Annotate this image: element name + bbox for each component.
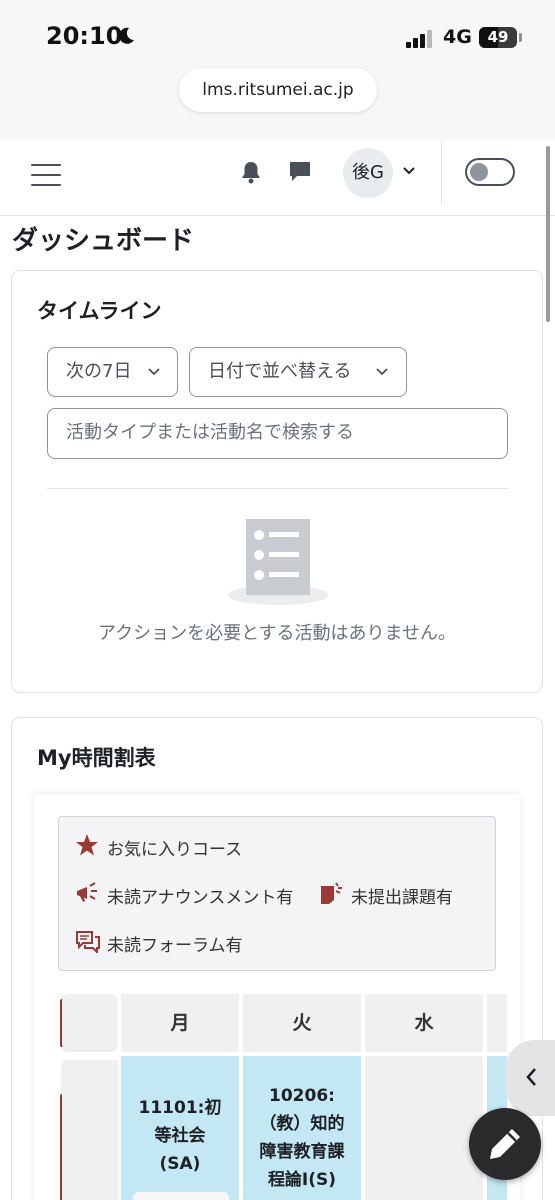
navbar-divider: [441, 140, 442, 204]
chevron-down-icon: [148, 368, 160, 376]
clock: 20:10: [46, 22, 123, 50]
course-cell-mon-1[interactable]: 11101:初 等社会 (SA): [121, 1056, 239, 1200]
edit-mode-toggle[interactable]: [465, 158, 515, 186]
timeline-card: タイムライン 次の7日 日付で並べ替える 活動タイプまたは活動名で検索する アク…: [11, 270, 543, 693]
megaphone-icon: [77, 882, 97, 902]
assignment-icon: [321, 882, 342, 904]
network-type: 4G: [443, 26, 472, 48]
chevron-down-icon[interactable]: [402, 164, 416, 178]
url-bar[interactable]: lms.ritsumei.ac.jp: [179, 68, 377, 112]
timeline-title: タイムライン: [37, 299, 162, 323]
battery-tip: [519, 33, 522, 42]
signal-icon: [406, 30, 432, 48]
menu-icon[interactable]: [31, 164, 61, 186]
chat-icon[interactable]: [288, 160, 312, 184]
moon-icon: [119, 27, 134, 44]
timetable-card: My時間割表 お気に入りコース 未読アナウンスメント有 未提出課題有 未読フォー…: [11, 717, 543, 1200]
battery-level: 49: [487, 28, 509, 46]
course-name-line: 程論I(S): [267, 1170, 337, 1190]
course-name-line: 10206:: [269, 1086, 335, 1106]
day-header-wed: 水: [365, 994, 483, 1052]
day-header-tue: 火: [243, 994, 361, 1052]
page-scrollbar[interactable]: [546, 146, 550, 322]
toggle-knob: [470, 163, 488, 181]
sort-dropdown-label: 日付で並べ替える: [208, 361, 352, 382]
timeline-search-input[interactable]: 活動タイプまたは活動名で検索する: [47, 408, 508, 459]
course-name-line: （教）知的: [259, 1114, 345, 1134]
course-name-line: 等社会: [154, 1126, 206, 1146]
task-list-icon: [228, 519, 328, 605]
forum-icon: [76, 931, 100, 953]
period-header: [62, 1060, 117, 1200]
timetable-panel: お気に入りコース 未読アナウンスメント有 未提出課題有 未読フォーラム有 月 火…: [34, 794, 520, 1200]
status-bar: 20:10 4G 49 lms.ritsumei.ac.jp: [0, 0, 555, 140]
day-header-mon: 月: [121, 994, 239, 1052]
open-drawer-button[interactable]: [505, 1040, 555, 1116]
timeline-empty-message: アクションを必要とする活動はありません。: [97, 623, 457, 644]
battery-indicator: 49: [479, 27, 517, 48]
timeline-divider: [47, 488, 508, 489]
course-badge-area: [133, 1192, 229, 1200]
timeline-range-dropdown[interactable]: 次の7日: [47, 347, 178, 397]
bell-icon[interactable]: [240, 160, 262, 184]
timetable-title: My時間割表: [37, 746, 156, 770]
course-name-line: 11101:初: [138, 1098, 222, 1118]
star-icon: [76, 834, 98, 856]
course-name-line: (SA): [159, 1154, 201, 1174]
top-navbar: 後G: [0, 140, 555, 216]
course-cell-tue-1[interactable]: 10206: （教）知的 障害教育課 程論I(S): [243, 1056, 361, 1200]
edit-fab-button[interactable]: [469, 1108, 541, 1180]
timetable-corner-cell: [62, 994, 117, 1050]
chevron-left-icon: [526, 1068, 536, 1086]
range-dropdown-label: 次の7日: [66, 361, 132, 382]
timeline-sort-dropdown[interactable]: 日付で並べ替える: [189, 347, 407, 397]
day-header-next: [487, 994, 507, 1052]
page-title: ダッシュボード: [12, 226, 195, 256]
user-avatar[interactable]: 後G: [343, 148, 393, 198]
chevron-down-icon: [376, 368, 388, 376]
course-cell-wed-1[interactable]: [365, 1056, 483, 1200]
pencil-icon: [490, 1129, 520, 1159]
course-name-line: 障害教育課: [259, 1142, 345, 1162]
timetable-legend: お気に入りコース 未読アナウンスメント有 未提出課題有 未読フォーラム有: [58, 816, 496, 971]
